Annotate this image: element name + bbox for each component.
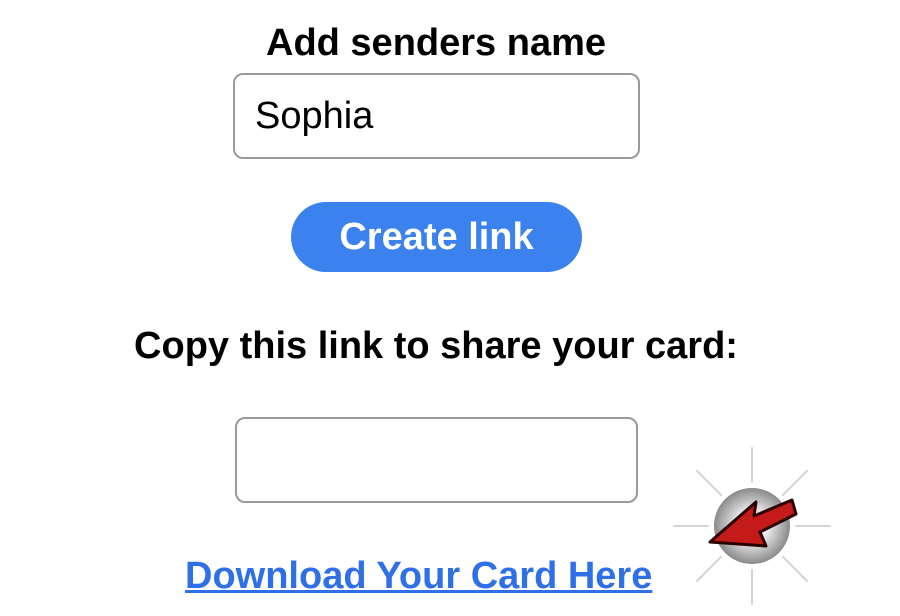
share-link-label: Copy this link to share your card: <box>134 325 738 367</box>
download-card-link[interactable]: Download Your Card Here <box>185 553 652 599</box>
red-arrow-pointer-icon <box>673 447 831 605</box>
sender-name-label: Add senders name <box>266 22 606 64</box>
share-link-field[interactable] <box>235 417 638 503</box>
sender-name-input[interactable] <box>233 73 640 159</box>
create-link-button[interactable]: Create link <box>291 202 582 272</box>
